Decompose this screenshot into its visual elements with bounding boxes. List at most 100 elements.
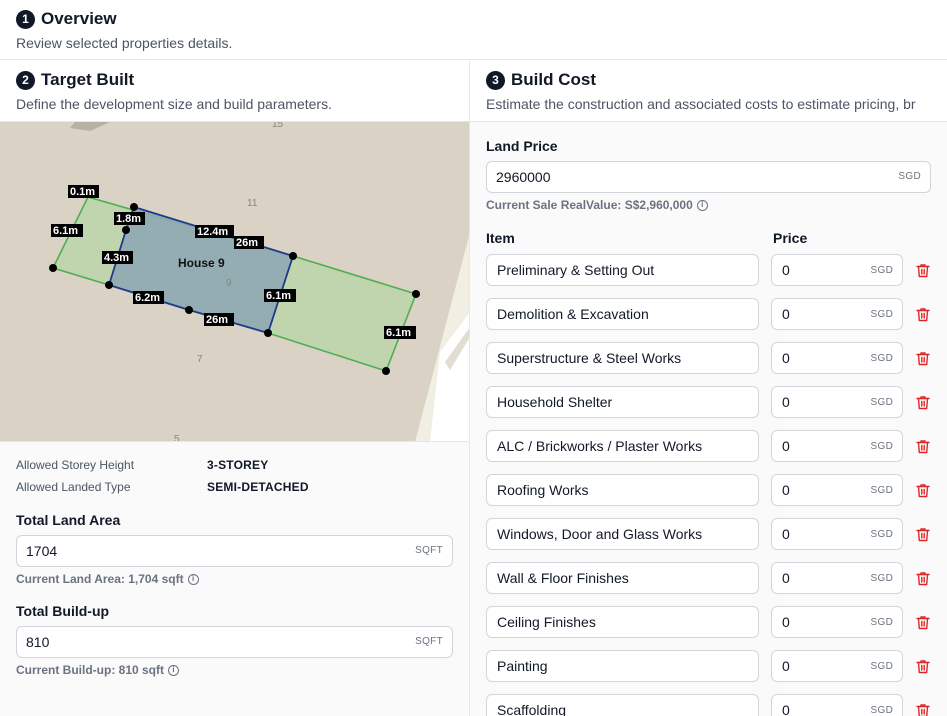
total-build-up-input[interactable]: 810 SQFT xyxy=(16,626,453,658)
cost-item-row: Wall & Floor Finishes 0 SGD xyxy=(486,562,931,594)
total-land-area-input[interactable]: 1704 SQFT xyxy=(16,535,453,567)
item-price-input[interactable]: 0 SGD xyxy=(771,386,904,418)
step-number-badge: 1 xyxy=(16,9,35,29)
item-name-input[interactable]: Roofing Works xyxy=(486,474,759,506)
unit-label: SGD xyxy=(870,396,894,408)
item-name-input[interactable]: Ceiling Finishes xyxy=(486,606,759,638)
step-number-badge: 2 xyxy=(16,70,35,90)
trash-icon[interactable] xyxy=(915,570,931,586)
dimension-label: 26m xyxy=(236,237,258,249)
trash-icon[interactable] xyxy=(915,306,931,322)
unit-label: SGD xyxy=(870,572,894,584)
info-icon[interactable]: i xyxy=(168,664,180,676)
overview-title: 1 Overview xyxy=(16,9,931,29)
item-name-input[interactable]: Wall & Floor Finishes xyxy=(486,562,759,594)
price-column-header: Price xyxy=(773,230,808,246)
target-built-title-text: Target Built xyxy=(41,70,135,89)
target-built-form: Allowed Storey Height 3-STOREY Allowed L… xyxy=(0,441,470,716)
land-price-input[interactable]: 2960000 SGD xyxy=(486,161,931,193)
info-icon[interactable]: i xyxy=(187,573,199,585)
overview-section: 1 Overview Review selected properties de… xyxy=(0,0,947,60)
build-cost-title: 3 Build Cost xyxy=(486,70,931,90)
land-price-value: 2960000 xyxy=(496,169,551,185)
trash-icon[interactable] xyxy=(915,394,931,410)
land-price-label: Land Price xyxy=(486,138,558,154)
dimension-label: 6.1m xyxy=(266,290,291,302)
item-price-value: 0 xyxy=(782,702,790,716)
allowed-storey-height-row: Allowed Storey Height 3-STOREY xyxy=(16,458,453,472)
cost-table-header: Item Price xyxy=(486,230,931,246)
trash-icon[interactable] xyxy=(915,526,931,542)
step-number-badge: 3 xyxy=(486,70,505,90)
cost-item-row: Ceiling Finishes 0 SGD xyxy=(486,606,931,638)
trash-icon[interactable] xyxy=(915,614,931,630)
target-built-title: 2 Target Built xyxy=(16,70,453,90)
item-price-input[interactable]: 0 SGD xyxy=(771,694,904,716)
unit-label: SGD xyxy=(870,616,894,628)
lot-number: 5 xyxy=(174,434,180,441)
item-price-input[interactable]: 0 SGD xyxy=(771,254,904,286)
trash-icon[interactable] xyxy=(915,262,931,278)
lot-number: 11 xyxy=(247,198,258,209)
trash-icon[interactable] xyxy=(915,438,931,454)
house-label: House 9 xyxy=(178,256,225,270)
item-price-value: 0 xyxy=(782,570,790,586)
item-name-input[interactable]: Demolition & Excavation xyxy=(486,298,759,330)
item-name-value: Painting xyxy=(497,658,548,674)
land-price-helper-text: Current Sale RealValue: S$2,960,000 xyxy=(486,198,693,212)
unit-label: SGD xyxy=(870,308,894,320)
cost-item-row: Household Shelter 0 SGD xyxy=(486,386,931,418)
item-name-value: Windows, Door and Glass Works xyxy=(497,526,703,542)
item-name-input[interactable]: Windows, Door and Glass Works xyxy=(486,518,759,550)
dimension-label: 6.2m xyxy=(135,292,160,304)
item-price-value: 0 xyxy=(782,482,790,498)
item-price-input[interactable]: 0 SGD xyxy=(771,342,904,374)
unit-label: SGD xyxy=(870,660,894,672)
total-build-up-value: 810 xyxy=(26,634,50,650)
site-map[interactable]: 15 11 9 7 5 House 9 0.1m 1.8m 6.1m 12.4m… xyxy=(0,121,470,441)
item-name-input[interactable]: Household Shelter xyxy=(486,386,759,418)
item-name-value: Preliminary & Setting Out xyxy=(497,262,655,278)
cost-items-list: Preliminary & Setting Out 0 SGD Demolition … xyxy=(486,254,931,716)
item-price-input[interactable]: 0 SGD xyxy=(771,562,904,594)
item-price-value: 0 xyxy=(782,350,790,366)
allowed-storey-height-value: 3-STOREY xyxy=(207,458,269,472)
item-price-input[interactable]: 0 SGD xyxy=(771,430,904,462)
unit-label: SQFT xyxy=(415,545,443,556)
item-price-input[interactable]: 0 SGD xyxy=(771,298,904,330)
total-build-up-label: Total Build-up xyxy=(16,603,110,619)
dimension-label: 12.4m xyxy=(197,226,228,238)
trash-icon[interactable] xyxy=(915,658,931,674)
total-land-area-group: Total Land Area 1704 SQFT Current Land A… xyxy=(16,512,453,586)
build-cost-title-text: Build Cost xyxy=(511,70,596,89)
build-cost-form: Land Price 2960000 SGD Current Sale Real… xyxy=(470,121,947,716)
target-built-header: 2 Target Built Define the development si… xyxy=(0,60,470,121)
unit-label: SGD xyxy=(870,440,894,452)
cost-item-row: Scaffolding 0 SGD xyxy=(486,694,931,716)
item-name-input[interactable]: Preliminary & Setting Out xyxy=(486,254,759,286)
land-price-helper: Current Sale RealValue: S$2,960,000 i xyxy=(486,198,931,212)
item-price-input[interactable]: 0 SGD xyxy=(771,606,904,638)
total-build-up-helper-text: Current Build-up: 810 sqft xyxy=(16,663,165,677)
item-name-input[interactable]: Superstructure & Steel Works xyxy=(486,342,759,374)
item-price-input[interactable]: 0 SGD xyxy=(771,518,904,550)
item-name-input[interactable]: Painting xyxy=(486,650,759,682)
trash-icon[interactable] xyxy=(915,482,931,498)
trash-icon[interactable] xyxy=(915,702,931,716)
item-price-value: 0 xyxy=(782,658,790,674)
item-price-input[interactable]: 0 SGD xyxy=(771,474,904,506)
cost-item-row: ALC / Brickworks / Plaster Works 0 SGD xyxy=(486,430,931,462)
item-price-input[interactable]: 0 SGD xyxy=(771,650,904,682)
item-price-value: 0 xyxy=(782,526,790,542)
info-icon[interactable]: i xyxy=(696,199,708,211)
total-build-up-helper: Current Build-up: 810 sqft i xyxy=(16,663,453,677)
item-name-input[interactable]: ALC / Brickworks / Plaster Works xyxy=(486,430,759,462)
unit-label: SGD xyxy=(870,528,894,540)
trash-icon[interactable] xyxy=(915,350,931,366)
build-cost-header: 3 Build Cost Estimate the construction a… xyxy=(470,60,947,121)
item-name-input[interactable]: Scaffolding xyxy=(486,694,759,716)
item-price-value: 0 xyxy=(782,394,790,410)
lot-number: 15 xyxy=(272,122,284,130)
total-land-area-value: 1704 xyxy=(26,543,58,559)
allowed-storey-height-label: Allowed Storey Height xyxy=(16,458,135,472)
